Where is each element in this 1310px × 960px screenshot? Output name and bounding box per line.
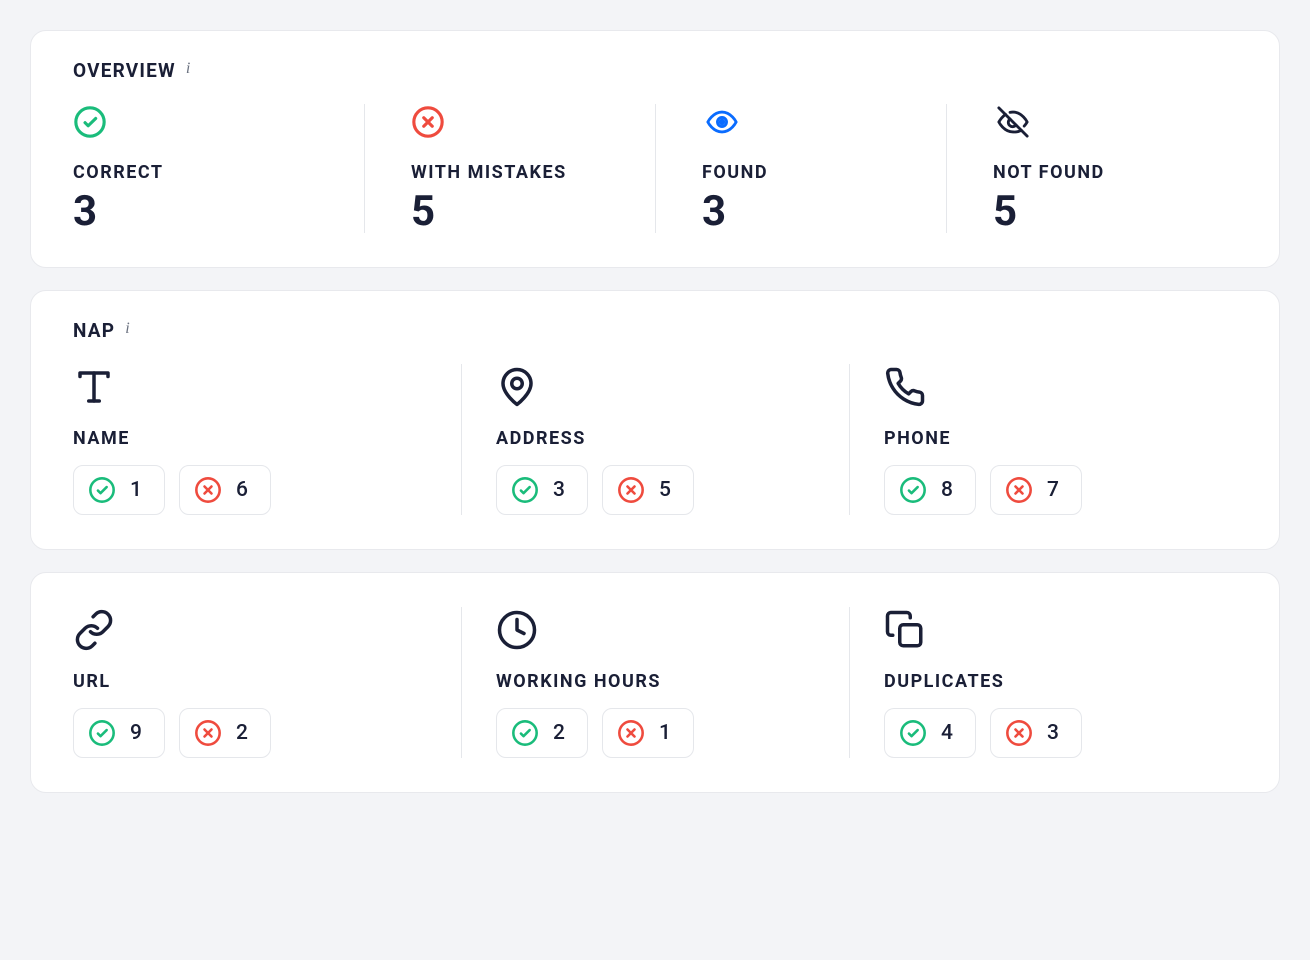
info-icon[interactable]: i bbox=[125, 320, 129, 338]
check-circle-icon bbox=[88, 476, 116, 504]
nap-phone-wrong-chip[interactable]: 7 bbox=[990, 465, 1082, 515]
overview-correct-value: 3 bbox=[73, 191, 334, 233]
extra-working-hours-correct-chip[interactable]: 2 bbox=[496, 708, 588, 758]
overview-found-label: FOUND bbox=[702, 162, 916, 183]
nap-phone-correct-value: 8 bbox=[941, 478, 953, 502]
nap-header: NAP i bbox=[73, 319, 1237, 342]
overview-panel: OVERVIEW i CORRECT 3 WITH MISTAKES 5 FOU… bbox=[30, 30, 1280, 268]
overview-found: FOUND 3 bbox=[655, 104, 946, 233]
extra-url: URL 9 2 bbox=[73, 607, 461, 758]
nap-address-wrong-chip[interactable]: 5 bbox=[602, 465, 694, 515]
extra-working-hours-wrong-chip[interactable]: 1 bbox=[602, 708, 694, 758]
check-circle-icon bbox=[511, 476, 539, 504]
overview-correct: CORRECT 3 bbox=[73, 104, 364, 233]
nap-grid: NAME 1 6 ADDRESS 3 bbox=[73, 364, 1237, 515]
nap-phone-wrong-value: 7 bbox=[1047, 478, 1059, 502]
nap-panel: NAP i NAME 1 6 ADDRESS bbox=[30, 290, 1280, 550]
type-icon bbox=[73, 364, 431, 410]
overview-mistakes: WITH MISTAKES 5 bbox=[364, 104, 655, 233]
copy-icon bbox=[884, 607, 1207, 653]
overview-mistakes-value: 5 bbox=[411, 191, 625, 233]
x-circle-icon bbox=[1005, 476, 1033, 504]
x-circle-icon bbox=[411, 104, 625, 140]
overview-mistakes-label: WITH MISTAKES bbox=[411, 162, 625, 183]
info-icon[interactable]: i bbox=[186, 60, 190, 78]
nap-address-correct-value: 3 bbox=[553, 478, 565, 502]
extra-url-label: URL bbox=[73, 671, 431, 692]
overview-found-value: 3 bbox=[702, 191, 916, 233]
extra-working-hours-wrong-value: 1 bbox=[659, 721, 671, 745]
nap-name-wrong-chip[interactable]: 6 bbox=[179, 465, 271, 515]
overview-notfound: NOT FOUND 5 bbox=[946, 104, 1237, 233]
extra-working-hours-correct-value: 2 bbox=[553, 721, 565, 745]
extra-duplicates-correct-value: 4 bbox=[941, 721, 953, 745]
check-circle-icon bbox=[88, 719, 116, 747]
x-circle-icon bbox=[1005, 719, 1033, 747]
link-icon bbox=[73, 607, 431, 653]
nap-address-label: ADDRESS bbox=[496, 428, 819, 449]
extra-grid: URL 9 2 WORKING HOURS 2 bbox=[73, 607, 1237, 758]
extra-duplicates-correct-chip[interactable]: 4 bbox=[884, 708, 976, 758]
extra-working-hours-label: WORKING HOURS bbox=[496, 671, 819, 692]
overview-grid: CORRECT 3 WITH MISTAKES 5 FOUND 3 NOT FO… bbox=[73, 104, 1237, 233]
x-circle-icon bbox=[194, 476, 222, 504]
extra-url-wrong-value: 2 bbox=[236, 721, 248, 745]
nap-title: NAP bbox=[73, 319, 115, 342]
nap-phone-label: PHONE bbox=[884, 428, 1207, 449]
eye-off-icon bbox=[993, 104, 1207, 140]
extra-duplicates-label: DUPLICATES bbox=[884, 671, 1207, 692]
x-circle-icon bbox=[617, 476, 645, 504]
overview-title: OVERVIEW bbox=[73, 59, 176, 82]
overview-header: OVERVIEW i bbox=[73, 59, 1237, 82]
nap-name-label: NAME bbox=[73, 428, 431, 449]
map-pin-icon bbox=[496, 364, 819, 410]
nap-address-wrong-value: 5 bbox=[659, 478, 671, 502]
x-circle-icon bbox=[194, 719, 222, 747]
extra-url-wrong-chip[interactable]: 2 bbox=[179, 708, 271, 758]
nap-address: ADDRESS 3 5 bbox=[461, 364, 849, 515]
phone-icon bbox=[884, 364, 1207, 410]
nap-name: NAME 1 6 bbox=[73, 364, 461, 515]
overview-correct-label: CORRECT bbox=[73, 162, 334, 183]
extra-url-correct-chip[interactable]: 9 bbox=[73, 708, 165, 758]
nap-address-correct-chip[interactable]: 3 bbox=[496, 465, 588, 515]
check-circle-icon bbox=[511, 719, 539, 747]
extra-duplicates-wrong-chip[interactable]: 3 bbox=[990, 708, 1082, 758]
check-circle-icon bbox=[899, 719, 927, 747]
nap-name-correct-value: 1 bbox=[130, 478, 142, 502]
nap-phone-correct-chip[interactable]: 8 bbox=[884, 465, 976, 515]
eye-icon bbox=[702, 104, 916, 140]
nap-name-correct-chip[interactable]: 1 bbox=[73, 465, 165, 515]
nap-name-wrong-value: 6 bbox=[236, 478, 248, 502]
extra-duplicates-wrong-value: 3 bbox=[1047, 721, 1059, 745]
extra-panel: URL 9 2 WORKING HOURS 2 bbox=[30, 572, 1280, 793]
overview-notfound-label: NOT FOUND bbox=[993, 162, 1207, 183]
check-circle-icon bbox=[73, 104, 334, 140]
x-circle-icon bbox=[617, 719, 645, 747]
extra-working-hours: WORKING HOURS 2 1 bbox=[461, 607, 849, 758]
overview-notfound-value: 5 bbox=[993, 191, 1207, 233]
extra-duplicates: DUPLICATES 4 3 bbox=[849, 607, 1237, 758]
extra-url-correct-value: 9 bbox=[130, 721, 142, 745]
check-circle-icon bbox=[899, 476, 927, 504]
clock-icon bbox=[496, 607, 819, 653]
nap-phone: PHONE 8 7 bbox=[849, 364, 1237, 515]
